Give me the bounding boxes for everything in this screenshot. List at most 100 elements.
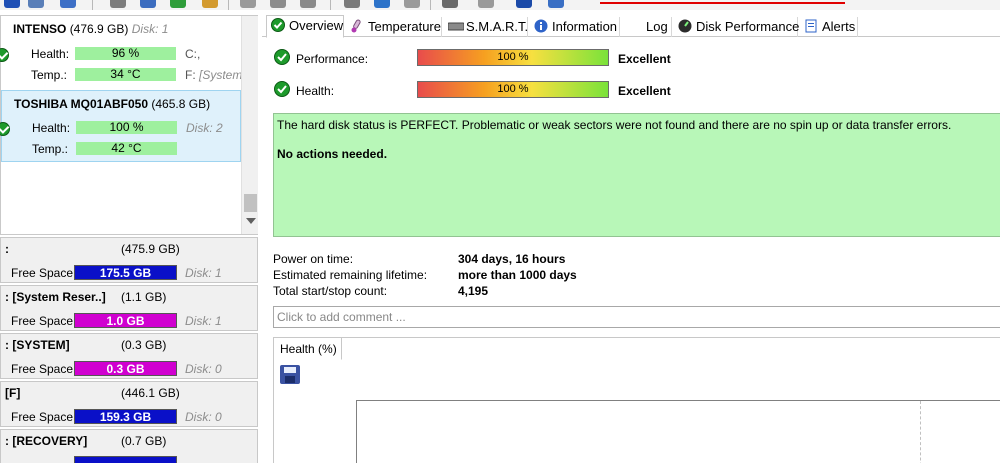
drive-letter-2: F: [System	[185, 68, 241, 82]
save-icon[interactable]	[280, 365, 300, 384]
free-space-label: Free Space	[11, 362, 74, 376]
document-icon	[804, 19, 818, 33]
partition-disk: Disk: 0	[185, 410, 222, 424]
toolbar	[0, 0, 1000, 10]
partition-list: : (475.9 GB) Free Space 175.5 GB Disk: 1…	[0, 237, 258, 463]
tab-temperature[interactable]: Temperature	[346, 17, 442, 37]
partition-name: : [RECOVERY]	[5, 434, 88, 448]
toolbar-copy-icon[interactable]	[270, 0, 286, 8]
disk-number: Disk: 2	[186, 121, 223, 135]
toolbar-wand-icon[interactable]	[202, 0, 218, 8]
disk-item-intenso[interactable]: INTENSO (476.9 GB) Disk: 1 Health: 96 % …	[0, 16, 241, 88]
toolbar-monitor-icon[interactable]	[442, 0, 458, 8]
lifetime-label: Estimated remaining lifetime:	[273, 268, 428, 282]
health-label: Health:	[32, 121, 71, 135]
health-ok-icon	[0, 48, 9, 62]
health-graph	[356, 400, 1000, 463]
partition-item[interactable]: : [SYSTEM] (0.3 GB) Free Space 0.3 GB Di…	[0, 333, 258, 379]
toolbar-update-icon[interactable]	[548, 0, 564, 8]
toolbar-storage-icon[interactable]	[404, 0, 420, 8]
disk-item-toshiba[interactable]: TOSHIBA MQ01ABF050 (465.8 GB) Health: 10…	[0, 90, 241, 162]
tab-information[interactable]: Information	[530, 17, 620, 37]
startstop-value: 4,195	[458, 284, 489, 298]
toolbar-mail-icon[interactable]	[344, 0, 360, 8]
temp-label: Temp.:	[32, 142, 69, 156]
comment-input[interactable]: Click to add comment ...	[273, 306, 1000, 328]
free-space-bar	[74, 456, 177, 463]
partition-size: (0.7 GB)	[121, 434, 167, 448]
lifetime-value: more than 1000 days	[458, 268, 577, 282]
temp-label: Temp.:	[31, 68, 68, 82]
power-on-value: 304 days, 16 hours	[458, 252, 566, 266]
free-space-bar: 0.3 GB	[74, 361, 177, 376]
toolbar-link-underline[interactable]	[600, 2, 845, 4]
partition-disk: Disk: 1	[185, 314, 222, 328]
partition-item[interactable]: : [RECOVERY] (0.7 GB)	[0, 429, 258, 463]
tab-health-graph[interactable]: Health (%)	[274, 338, 342, 360]
overview-panel: Performance: 100 % Excellent Health: 100…	[268, 38, 1000, 463]
partition-item[interactable]: [F] (446.1 GB) Free Space 159.3 GB Disk:…	[0, 381, 258, 427]
performance-bar: 100 %	[417, 49, 609, 66]
toolbar-settings-icon[interactable]	[300, 0, 316, 8]
toolbar-help-icon[interactable]	[516, 0, 532, 8]
partition-item[interactable]: : (475.9 GB) Free Space 175.5 GB Disk: 1	[0, 237, 258, 283]
temp-bar: 42 °C	[76, 142, 177, 155]
disk-list-scrollbar[interactable]	[241, 16, 258, 234]
partition-disk: Disk: 0	[185, 362, 222, 376]
hard-disk-sentinel-window: INTENSO (476.9 GB) Disk: 1 Health: 96 % …	[0, 0, 1000, 463]
toolbar-tool-icon[interactable]	[110, 0, 126, 8]
info-icon	[534, 19, 548, 33]
health-graph-panel: Health (%)	[273, 337, 1000, 463]
disk-drive-icon	[447, 19, 465, 33]
partition-name: : [SYSTEM]	[5, 338, 70, 352]
startstop-label: Total start/stop count:	[273, 284, 388, 298]
free-space-bar: 175.5 GB	[74, 265, 177, 280]
toolbar-check-icon[interactable]	[170, 0, 186, 8]
partition-item[interactable]: : [System Reser..] (1.1 GB) Free Space 1…	[0, 285, 258, 331]
status-box: The hard disk status is PERFECT. Problem…	[273, 113, 1000, 237]
graph-gridline	[920, 401, 921, 463]
tab-smart[interactable]: S.M.A.R.T.	[444, 17, 528, 37]
scrollbar-thumb[interactable]	[244, 194, 257, 212]
toolbar-disk-icon[interactable]	[4, 0, 20, 8]
health-ok-icon	[0, 122, 10, 136]
disk-size: (476.9 GB)	[69, 22, 129, 36]
toolbar-print-icon[interactable]	[240, 0, 256, 8]
disk-number: Disk: 1	[131, 22, 169, 36]
tab-log[interactable]: Log	[622, 17, 672, 37]
partition-size: (1.1 GB)	[121, 290, 167, 304]
temp-bar: 34 °C	[75, 68, 176, 81]
free-space-label: Free Space	[11, 410, 74, 424]
tab-alerts[interactable]: Alerts	[800, 17, 858, 37]
free-space-bar: 1.0 GB	[74, 313, 177, 328]
performance-label: Performance:	[296, 52, 369, 66]
disk-list[interactable]: INTENSO (476.9 GB) Disk: 1 Health: 96 % …	[0, 15, 258, 235]
drive-letter: C:,	[185, 47, 201, 61]
toolbar-globe-icon[interactable]	[374, 0, 390, 8]
disk-name: TOSHIBA MQ01ABF050	[14, 97, 149, 111]
scroll-down-icon[interactable]	[246, 218, 256, 224]
tab-disk-performance-label: Disk Performance	[696, 19, 800, 34]
partition-name: :	[5, 242, 9, 256]
health-ok-icon	[274, 81, 290, 100]
tab-disk-performance[interactable]: Disk Performance	[674, 17, 800, 37]
free-space-label: Free Space	[11, 314, 74, 328]
disk-size: (465.8 GB)	[151, 97, 211, 111]
toolbar-info-icon[interactable]	[478, 0, 494, 8]
tab-temperature-label: Temperature	[368, 19, 441, 34]
status-action: No actions needed.	[277, 147, 388, 161]
tab-overview[interactable]: Overview	[266, 15, 344, 38]
toolbar-refresh-icon[interactable]	[28, 0, 44, 8]
health-bar: 100 %	[417, 81, 609, 98]
performance-rating: Excellent	[618, 52, 671, 66]
tab-alerts-label: Alerts	[822, 19, 856, 34]
toolbar-report-icon[interactable]	[60, 0, 76, 8]
status-text: The hard disk status is PERFECT. Problem…	[277, 118, 952, 132]
tab-log-label: Log	[646, 19, 668, 34]
toolbar-shield-icon[interactable]	[140, 0, 156, 8]
free-space-label: Free Space	[11, 266, 74, 280]
tab-information-label: Information	[552, 19, 618, 34]
gauge-icon	[678, 19, 692, 33]
tab-smart-label: S.M.A.R.T.	[466, 19, 529, 34]
free-space-bar: 159.3 GB	[74, 409, 177, 424]
